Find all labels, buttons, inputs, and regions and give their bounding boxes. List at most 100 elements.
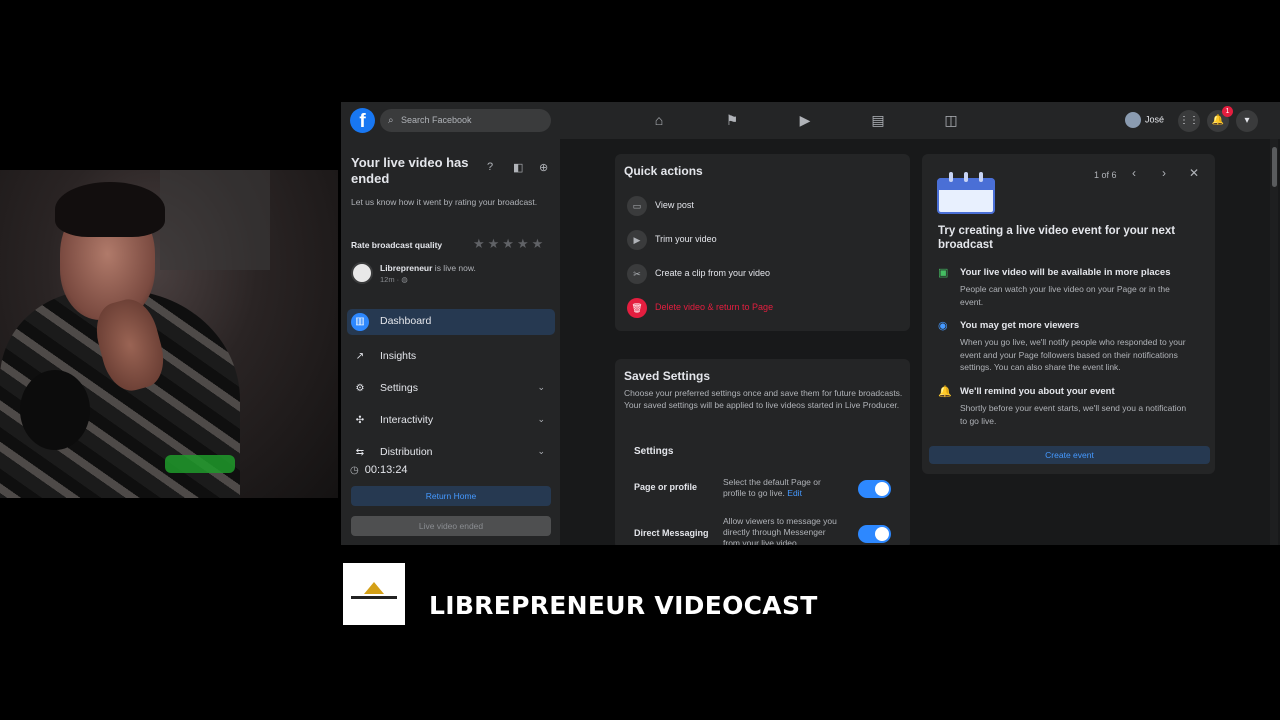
- chevron-down-icon: ⌄: [537, 382, 545, 392]
- help-icon[interactable]: ?: [487, 161, 493, 173]
- dashboard-icon: ▥: [351, 313, 369, 331]
- direct-messaging-toggle[interactable]: [858, 525, 891, 543]
- benefit-description: When you go live, we'll notify people wh…: [960, 337, 1186, 372]
- comment-icon: ▭: [627, 196, 647, 216]
- quick-actions-title: Quick actions: [624, 164, 703, 178]
- panel-toggle-icon[interactable]: ◧: [513, 161, 523, 174]
- profile-button[interactable]: José: [1125, 112, 1164, 128]
- logo-wordmark: [351, 596, 397, 599]
- sidebar-item-label: Dashboard: [380, 315, 432, 327]
- top-navigation-bar: f ⌕ Search Facebook ⌂ ⚑ ▶ ▤ ◫ José ⋮⋮ 🔔 …: [341, 102, 1280, 139]
- live-video-ended-button: Live video ended: [351, 516, 551, 536]
- benefit-title: You may get more viewers: [960, 320, 1080, 331]
- benefit-title: Your live video will be available in mor…: [960, 267, 1171, 278]
- pager-count: 1 of 6: [1094, 170, 1117, 180]
- webcam-person-hair: [55, 182, 165, 237]
- live-status: Librepreneur is live now.: [380, 263, 476, 273]
- left-sidebar: Your live video has ended ? ◧ ⊕ Let us k…: [341, 139, 560, 545]
- home-icon[interactable]: ⌂: [650, 112, 668, 130]
- live-status-text: is live now.: [432, 263, 476, 273]
- menu-grid-icon[interactable]: ⋮⋮: [1178, 110, 1200, 132]
- librepreneur-logo: [343, 563, 405, 625]
- marketplace-icon[interactable]: ▤: [869, 112, 887, 130]
- timer-value: 00:13:24: [364, 464, 408, 476]
- close-icon[interactable]: ✕: [1189, 166, 1199, 180]
- webcam-background: [160, 170, 270, 270]
- saved-settings-title: Saved Settings: [624, 369, 711, 383]
- broadcast-timer: ◷ 00:13:24: [350, 464, 408, 476]
- action-label: View post: [655, 200, 694, 210]
- search-input[interactable]: ⌕ Search Facebook: [380, 109, 551, 132]
- rating-prompt: Let us know how it went by rating your b…: [351, 197, 538, 207]
- trash-icon: 🗑: [627, 298, 647, 318]
- saved-settings-card: Saved Settings Choose your preferred set…: [615, 359, 910, 545]
- webcam-green-light: [165, 455, 235, 473]
- create-event-button[interactable]: Create event: [929, 446, 1210, 464]
- search-icon: ⌕: [388, 115, 394, 126]
- notification-badge: 1: [1222, 106, 1233, 117]
- page-avatar: [351, 262, 373, 284]
- gaming-icon[interactable]: ◫: [942, 112, 960, 130]
- sidebar-item-label: Distribution: [380, 446, 433, 458]
- rate-broadcast-label: Rate broadcast quality: [351, 240, 443, 250]
- facebook-window: f ⌕ Search Facebook ⌂ ⚑ ▶ ▤ ◫ José ⋮⋮ 🔔 …: [341, 102, 1280, 545]
- action-label: Create a clip from your video: [655, 268, 771, 278]
- video-icon: ▶: [627, 230, 647, 250]
- calendar-icon: [937, 172, 997, 214]
- vertical-scrollbar[interactable]: [1270, 139, 1278, 545]
- return-home-button[interactable]: Return Home: [351, 486, 551, 506]
- add-icon[interactable]: ⊕: [539, 161, 548, 174]
- sidebar-item-settings[interactable]: ⚙ Settings ⌄: [347, 376, 555, 402]
- facebook-logo-icon[interactable]: f: [350, 108, 375, 133]
- clapperboard-icon: ✂: [627, 264, 647, 284]
- benefit-description: People can watch your live video on your…: [960, 284, 1170, 307]
- benefit-title: We'll remind you about your event: [960, 386, 1115, 397]
- eye-icon: ◉: [938, 320, 948, 332]
- page-or-profile-toggle[interactable]: [858, 480, 891, 498]
- setting-label: Direct Messaging: [634, 528, 709, 538]
- chevron-left-icon[interactable]: ‹: [1132, 166, 1136, 180]
- sidebar-item-insights[interactable]: ↗ Insights: [347, 344, 555, 370]
- action-label: Trim your video: [655, 234, 717, 244]
- scrollbar-thumb[interactable]: [1272, 147, 1277, 187]
- live-event-suggestion-card: 1 of 6 ‹ › ✕ Try creating a live video e…: [922, 154, 1215, 474]
- logo-mark-icon: [364, 582, 384, 594]
- account-chevron-down-icon[interactable]: ▾: [1236, 110, 1258, 132]
- setting-description: Select the default Page or profile to go…: [723, 477, 841, 499]
- star-rating[interactable]: ★★★★★: [473, 236, 546, 252]
- sidebar-item-distribution[interactable]: ⇆ Distribution ⌄: [347, 440, 555, 458]
- setting-desc-text: Select the default Page or profile to go…: [723, 477, 821, 498]
- live-timestamp: 12m · ◍: [380, 275, 408, 284]
- action-label: Delete video & return to Page: [655, 302, 774, 312]
- chevron-right-icon[interactable]: ›: [1162, 166, 1166, 180]
- screen-icon: ▣: [938, 267, 949, 279]
- search-placeholder: Search Facebook: [401, 115, 472, 125]
- sidebar-item-interactivity[interactable]: ✣ Interactivity ⌄: [347, 408, 555, 434]
- chevron-down-icon: ⌄: [537, 414, 545, 424]
- event-card-title: Try creating a live video event for your…: [938, 225, 1176, 251]
- insights-chart-icon: ↗: [355, 351, 365, 362]
- setting-label: Page or profile: [634, 482, 698, 492]
- edit-link[interactable]: Edit: [787, 488, 802, 498]
- settings-section-title: Settings: [634, 446, 674, 457]
- webcam-microphone: [20, 370, 90, 450]
- chevron-down-icon: ⌄: [537, 446, 545, 456]
- show-title: LIBREPRENEUR VIDEOCAST: [429, 591, 818, 620]
- setting-description: Allow viewers to message you directly th…: [723, 516, 837, 545]
- interactivity-icon: ✣: [355, 415, 365, 426]
- avatar: [1125, 112, 1141, 128]
- webcam-feed: [0, 170, 338, 498]
- saved-settings-description: Choose your preferred settings once and …: [624, 388, 903, 410]
- sidebar-item-label: Insights: [380, 350, 417, 362]
- gear-icon: ⚙: [355, 383, 365, 394]
- page-name: Librepreneur: [380, 263, 433, 273]
- sidebar-item-dashboard[interactable]: ▥ Dashboard: [347, 309, 555, 335]
- sidebar-item-label: Interactivity: [380, 414, 434, 426]
- user-name: José: [1145, 114, 1165, 125]
- quick-actions-card: Quick actions ▭ View post ▶ Trim your vi…: [615, 154, 910, 331]
- benefit-description: Shortly before your event starts, we'll …: [960, 403, 1187, 426]
- watch-icon[interactable]: ▶: [796, 112, 814, 130]
- pages-flag-icon[interactable]: ⚑: [723, 112, 741, 130]
- bell-icon: 🔔: [938, 386, 952, 398]
- page-title: Your live video has ended: [351, 155, 469, 186]
